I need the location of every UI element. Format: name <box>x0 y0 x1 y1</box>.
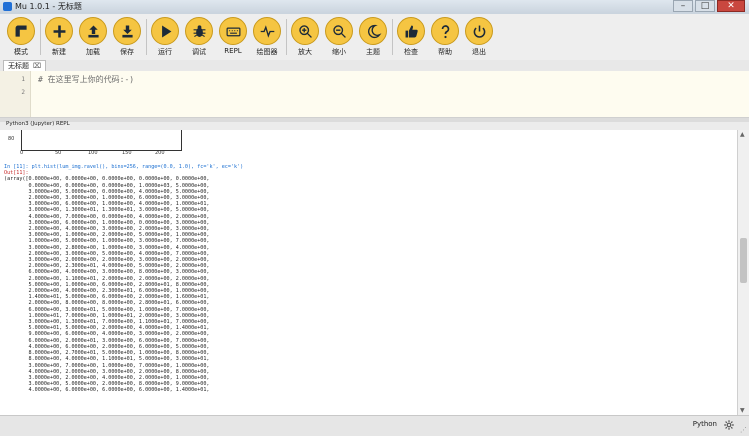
repl-line: 3.0000e+00, 1.3000e+01, 1.3000e+01, 3.00… <box>4 207 210 214</box>
repl-line: 6.0000e+00, 3.0000e+01, 5.0000e+00, 1.00… <box>4 306 210 313</box>
plot-x-tick: 200 <box>155 150 165 156</box>
close-window-button[interactable]: ✕ <box>717 0 745 12</box>
mode-button[interactable]: 模式 <box>4 17 38 59</box>
check-button[interactable]: 检查 <box>394 17 428 59</box>
zoom-in-button[interactable]: 放大 <box>288 17 322 59</box>
plot-y-tick: 80 <box>8 136 15 142</box>
new-button[interactable]: 新建 <box>42 17 76 59</box>
mu-app-icon <box>3 2 12 11</box>
repl-line: 6.0000e+00, 4.0000e+00, 3.0000e+00, 8.00… <box>4 269 210 276</box>
repl-line: 4.0000e+00, 7.0000e+00, 0.0000e+00, 4.00… <box>4 213 210 220</box>
minimize-button[interactable]: – <box>673 0 693 12</box>
tab-label: 无标题 <box>8 62 29 70</box>
repl-line: 2.0000e+00, 8.0000e+00, 8.0000e+00, 2.80… <box>4 300 210 307</box>
question-icon <box>441 24 449 38</box>
code-line: # 在这里写上你的代码:-) <box>38 75 135 84</box>
thumbs-up-icon <box>405 25 418 37</box>
scroll-down-icon[interactable]: ▼ <box>740 407 745 414</box>
power-icon <box>473 25 485 38</box>
repl-line: (array([0.0000e+00, 0.0000e+00, 0.0000e+… <box>4 176 210 183</box>
bug-icon <box>193 24 205 37</box>
mode-icon <box>15 25 27 37</box>
maximize-button[interactable]: □ <box>695 0 715 12</box>
moon-icon <box>367 24 381 38</box>
scroll-thumb[interactable] <box>740 238 747 283</box>
line-number: 1 <box>21 76 25 83</box>
plot-x-tick: 100 <box>88 150 98 156</box>
repl-line: 9.0000e+00, 6.0000e+00, 4.0000e+00, 3.00… <box>4 331 210 338</box>
repl-button[interactable]: REPL <box>216 17 250 59</box>
title-bar: Mu 1.0.1 - 无标题 – □ ✕ <box>0 0 749 15</box>
repl-console[interactable]: 80 0 50 100 150 200 In [11]: plt.hist(lu… <box>0 130 737 415</box>
repl-line: In [11]: plt.hist(lum_img.ravel(), bins=… <box>4 164 244 170</box>
gear-icon[interactable] <box>723 419 735 431</box>
repl-pane-header: Python3 (Jupyter) REPL <box>0 121 749 130</box>
tab-bar: 无标题 ⌧ <box>0 60 749 71</box>
code-editor[interactable]: 1 2 # 在这里写上你的代码:-) <box>0 71 749 118</box>
repl-line: 0.0000e+00, 0.0000e+00, 0.0000e+00, 1.00… <box>4 182 210 189</box>
scroll-up-icon[interactable]: ▲ <box>740 131 745 138</box>
plot-x-tick: 150 <box>122 150 132 156</box>
download-icon <box>121 25 133 37</box>
plus-icon <box>53 25 65 37</box>
repl-line: 4.0000e+00, 2.0000e+00, 3.0000e+00, 2.00… <box>4 368 210 375</box>
plot-frame <box>21 130 182 151</box>
inline-plot: 80 0 50 100 150 200 <box>0 130 737 158</box>
mode-indicator[interactable]: Python <box>693 420 717 428</box>
repl-line: 8.0000e+00, 4.0000e+00, 1.1000e+01, 5.00… <box>4 356 210 363</box>
run-button[interactable]: 运行 <box>148 17 182 59</box>
repl-line: 4.0000e+00, 6.0000e+00, 6.0000e+00, 6.00… <box>4 387 210 394</box>
play-icon <box>161 25 171 37</box>
load-button[interactable]: 加载 <box>76 17 110 59</box>
line-number-gutter: 1 2 <box>0 71 31 117</box>
zoom-out-button[interactable]: 缩小 <box>322 17 356 59</box>
repl-scrollbar[interactable]: ▲ ▼ <box>737 130 749 415</box>
help-button[interactable]: 帮助 <box>428 17 462 59</box>
repl-line: 6.0000e+00, 2.0000e+01, 3.0000e+00, 6.00… <box>4 337 210 344</box>
keyboard-icon <box>226 27 240 36</box>
waveform-icon <box>260 24 274 38</box>
quit-button[interactable]: 退出 <box>462 17 496 59</box>
toolbar: 模式 新建 加载 保存 运行 调试 REPL 绘图器 放大 缩小 主题 检查 帮… <box>0 14 749 61</box>
line-number: 2 <box>21 89 25 96</box>
status-bar: Python ⋰ <box>0 415 749 436</box>
tab-untitled[interactable]: 无标题 ⌧ <box>3 60 47 71</box>
theme-button[interactable]: 主题 <box>356 17 390 59</box>
zoom-out-icon <box>332 24 346 38</box>
zoom-in-icon <box>298 24 312 38</box>
plotter-button[interactable]: 绘图器 <box>250 17 284 59</box>
debug-button[interactable]: 调试 <box>182 17 216 59</box>
repl-line: 3.0000e+00, 2.8000e+00, 1.0000e+00, 3.00… <box>4 244 210 251</box>
tab-close-icon[interactable]: ⌧ <box>33 62 41 70</box>
resize-grip-icon[interactable]: ⋰ <box>740 426 747 434</box>
save-button[interactable]: 保存 <box>110 17 144 59</box>
window-controls: – □ ✕ <box>673 0 745 12</box>
repl-line: 2.0000e+00, 1.1000e+01, 2.0000e+00, 2.00… <box>4 275 210 282</box>
repl-line: 3.0000e+00, 7.0000e+00, 1.0000e+00, 7.00… <box>4 362 210 369</box>
plot-x-tick: 50 <box>55 150 62 156</box>
repl-output: In [11]: plt.hist(lum_img.ravel(), bins=… <box>4 164 243 394</box>
repl-title: Python3 (Jupyter) REPL <box>6 121 70 127</box>
window-title: Mu 1.0.1 - 无标题 <box>15 2 82 11</box>
upload-icon <box>87 25 99 37</box>
repl-line: 1.0000e+00, 5.0000e+00, 1.0000e+00, 3.00… <box>4 238 210 245</box>
plot-x-tick: 0 <box>20 150 24 156</box>
